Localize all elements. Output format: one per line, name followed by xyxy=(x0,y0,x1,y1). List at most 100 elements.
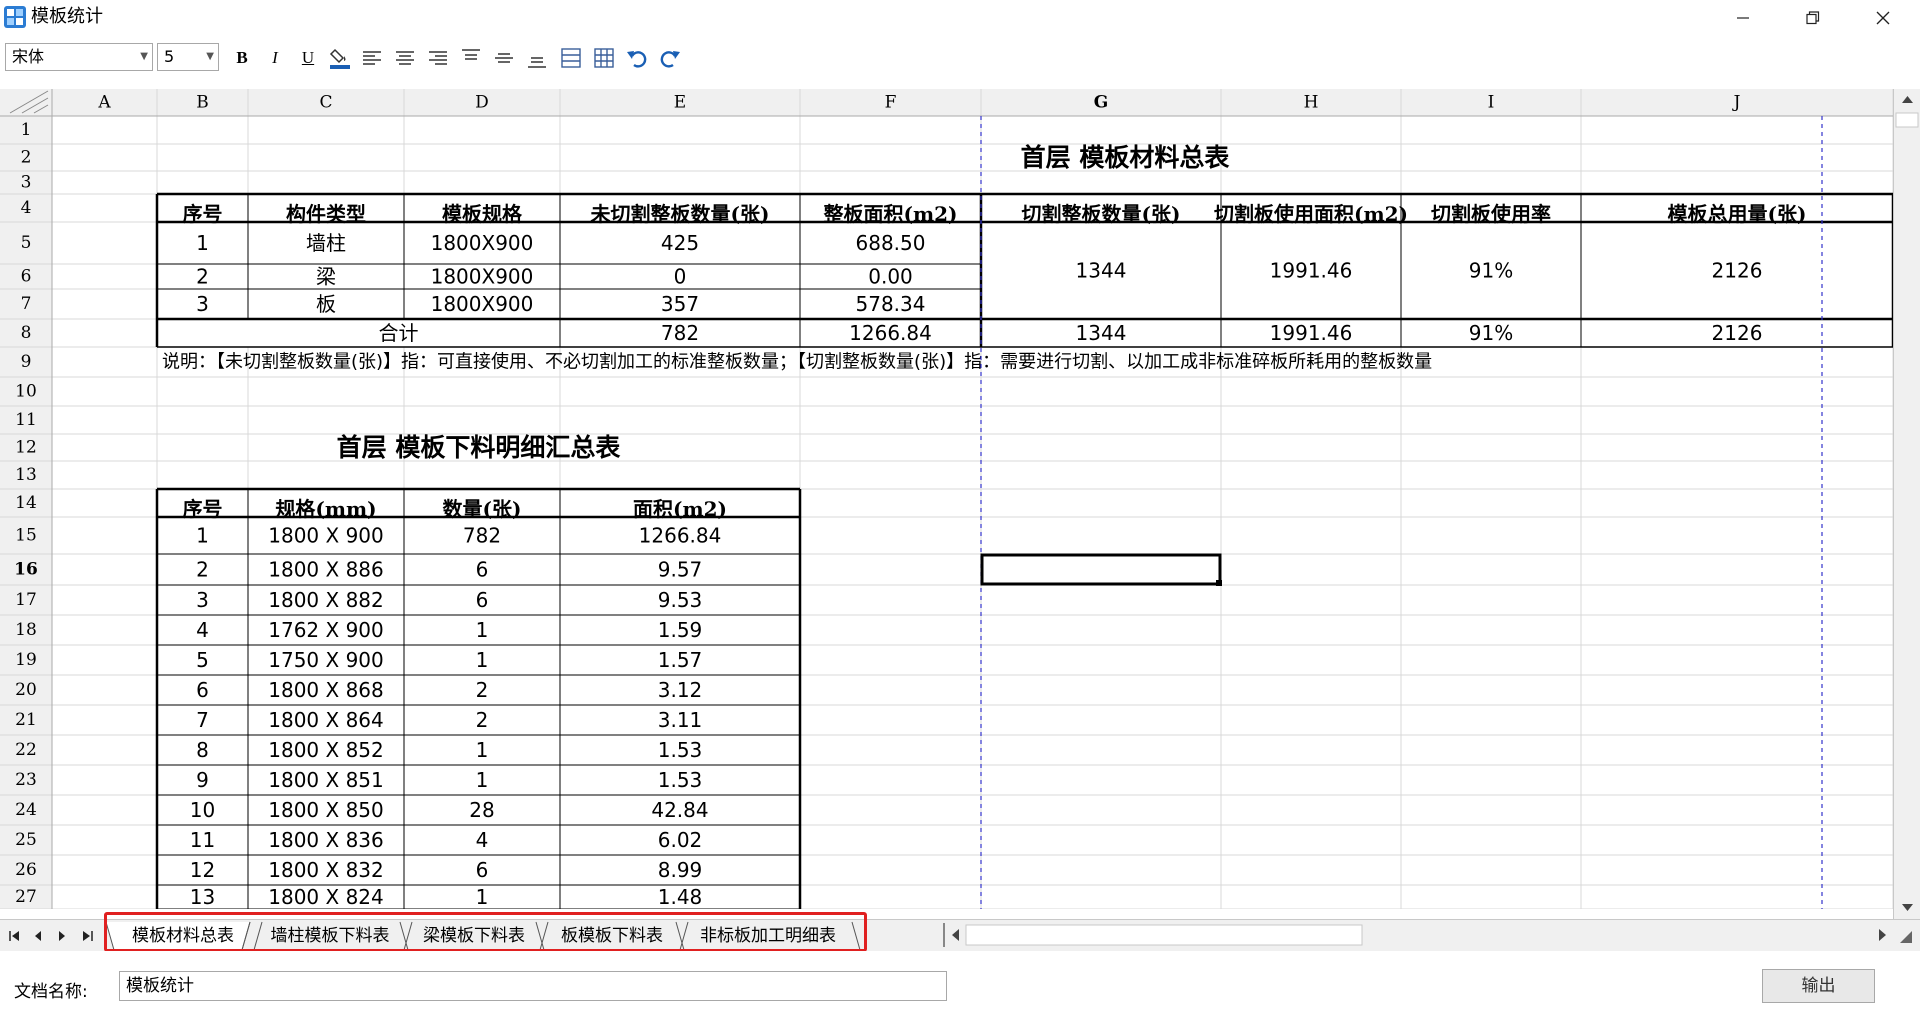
detail-cell: 1.53 xyxy=(658,768,703,792)
detail-cell: 1800 X 864 xyxy=(268,708,384,732)
detail-cell: 5 xyxy=(196,648,209,672)
detail-cell: 1.53 xyxy=(658,738,703,762)
row-header-22: 22 xyxy=(15,740,37,760)
italic-button[interactable]: I xyxy=(262,45,288,71)
borders-button[interactable] xyxy=(591,45,617,71)
active-cell[interactable] xyxy=(980,553,1222,586)
detail-cell: 9 xyxy=(196,768,209,792)
summary-total-total: 2126 xyxy=(1712,321,1763,345)
summary-header-1: 序号 xyxy=(183,202,223,226)
detail-cell: 1800 X 886 xyxy=(268,558,384,582)
summary-header-5: 整板面积(m2) xyxy=(822,202,957,226)
sheet-tab-4[interactable]: 板模板下料表 xyxy=(548,922,676,950)
row-header-14: 14 xyxy=(15,493,37,513)
align-center-icon xyxy=(396,51,414,65)
row-header-9: 9 xyxy=(21,352,32,372)
merge-cells-button[interactable] xyxy=(558,45,584,71)
row-header-3: 3 xyxy=(21,173,32,193)
summary-cell: 2 xyxy=(196,265,209,289)
detail-header-4: 面积(m2) xyxy=(633,497,727,521)
summary-header-4: 未切割整板数量(张) xyxy=(591,202,770,226)
detail-cell: 1 xyxy=(476,768,489,792)
vertical-scrollbar[interactable] xyxy=(1893,89,1920,919)
detail-cell: 1800 X 850 xyxy=(268,798,384,822)
summary-header-9: 模板总用量(张) xyxy=(1668,202,1807,226)
column-header-bar xyxy=(0,89,1893,116)
column-header-G: G xyxy=(1094,93,1109,113)
scroll-down-icon xyxy=(1902,904,1913,911)
sheet-tab-1[interactable]: 模板材料总表 xyxy=(124,922,242,950)
summary-cell: 0 xyxy=(674,265,687,289)
first-sheet-button[interactable] xyxy=(4,926,24,946)
export-button[interactable]: 输出 xyxy=(1762,969,1875,1003)
merge-cells-icon xyxy=(561,48,581,68)
detail-cell: 1.57 xyxy=(658,648,703,672)
minimize-button[interactable] xyxy=(1708,0,1778,36)
font-name-select[interactable]: 宋体 ▼ xyxy=(5,43,153,71)
detail-cell: 2 xyxy=(476,678,489,702)
hscroll-thumb[interactable] xyxy=(965,924,1363,946)
summary-cell: 3 xyxy=(196,292,209,316)
fill-color-button[interactable] xyxy=(327,45,353,71)
summary-cell: 357 xyxy=(661,292,699,316)
detail-cell: 6.02 xyxy=(658,828,703,852)
close-icon xyxy=(1876,11,1890,25)
redo-button[interactable] xyxy=(657,45,683,71)
row-header-5: 5 xyxy=(21,233,32,253)
horizontal-scrollbar[interactable] xyxy=(942,923,1920,947)
sheet-tab-5[interactable]: 非标板加工明细表 xyxy=(688,922,848,950)
align-top-button[interactable] xyxy=(458,45,484,71)
detail-cell: 6 xyxy=(476,858,489,882)
sheet-tab-2[interactable]: 墙柱模板下料表 xyxy=(262,922,398,950)
detail-cell: 1800 X 824 xyxy=(268,885,384,909)
align-center-button[interactable] xyxy=(392,45,418,71)
row-header-18: 18 xyxy=(15,620,37,640)
doc-name-input[interactable]: 模板统计 xyxy=(119,971,947,1001)
summary-cell: 板 xyxy=(316,292,336,316)
row-header-4: 4 xyxy=(21,198,32,218)
close-button[interactable] xyxy=(1848,0,1918,36)
vscroll-thumb[interactable] xyxy=(1895,112,1919,128)
detail-cell: 6 xyxy=(476,588,489,612)
sheet-tab-3[interactable]: 梁模板下料表 xyxy=(412,922,536,950)
detail-cell: 8 xyxy=(196,738,209,762)
align-middle-button[interactable] xyxy=(491,45,517,71)
prev-sheet-button[interactable] xyxy=(28,926,48,946)
next-sheet-button[interactable] xyxy=(52,926,72,946)
detail-cell: 1750 X 900 xyxy=(268,648,384,672)
row-header-21: 21 xyxy=(15,710,37,730)
detail-cell: 1 xyxy=(476,618,489,642)
column-header-H: H xyxy=(1304,93,1319,113)
summary-cell: 0.00 xyxy=(868,265,913,289)
align-right-button[interactable] xyxy=(425,45,451,71)
next-sheet-icon xyxy=(59,931,65,941)
align-middle-icon xyxy=(495,53,513,63)
first-sheet-icon xyxy=(9,931,19,941)
row-header-10: 10 xyxy=(15,382,37,402)
spreadsheet-grid[interactable]: A B C D E F G H I J 1 2 3 4 5 6 7 8 9 10 11 12 13 14 15 16 17 18 19 2… xyxy=(0,89,1893,919)
row-header-11: 11 xyxy=(15,410,37,430)
column-header-C: C xyxy=(319,93,332,113)
summary-cell: 1 xyxy=(196,231,209,255)
align-left-button[interactable] xyxy=(359,45,385,71)
row-header-1: 1 xyxy=(21,120,32,140)
align-bottom-button[interactable] xyxy=(524,45,550,71)
toolbar: 宋体 ▼ 5 ▼ B I U xyxy=(0,38,1920,78)
row-header-12: 12 xyxy=(15,438,37,458)
detail-cell: 10 xyxy=(190,798,215,822)
last-sheet-button[interactable] xyxy=(78,926,98,946)
detail-cell: 11 xyxy=(190,828,215,852)
detail-cell: 12 xyxy=(190,858,215,882)
restore-button[interactable] xyxy=(1778,0,1848,36)
vscroll-graphics xyxy=(1894,89,1920,911)
bold-button[interactable]: B xyxy=(229,45,255,71)
fill-handle[interactable] xyxy=(1216,580,1222,586)
footer: 文档名称: 模板统计 输出 xyxy=(0,951,1920,1021)
borders-icon xyxy=(594,48,614,68)
row-header-8: 8 xyxy=(21,323,32,343)
detail-cell: 1800 X 836 xyxy=(268,828,384,852)
underline-button[interactable]: U xyxy=(295,45,321,71)
undo-button[interactable] xyxy=(624,45,650,71)
undo-icon xyxy=(627,51,647,68)
font-size-select[interactable]: 5 ▼ xyxy=(157,43,219,71)
